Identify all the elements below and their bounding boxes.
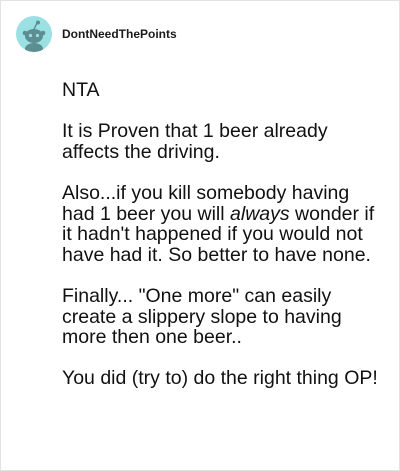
comment-body: NTA It is Proven that 1 beer already aff…: [62, 80, 387, 389]
comment-paragraph: Finally... "One more" can easily create …: [62, 284, 342, 349]
comment-paragraph: NTA: [62, 79, 100, 101]
comment-card: DontNeedThePoints NTA It is Proven that …: [0, 0, 400, 471]
comment-paragraph: Also...if you kill somebody having had 1…: [62, 183, 387, 265]
comment-paragraph: You did (try to) do the right thing OP!: [62, 367, 378, 390]
avatar[interactable]: [16, 16, 52, 52]
emphasized-text: always: [230, 202, 290, 225]
comment-paragraph: It is Proven that 1 beer already affects…: [62, 120, 328, 163]
reddit-snoo-avatar-icon: [22, 20, 46, 52]
username[interactable]: DontNeedThePoints: [62, 27, 177, 41]
comment-header: DontNeedThePoints: [16, 16, 177, 52]
